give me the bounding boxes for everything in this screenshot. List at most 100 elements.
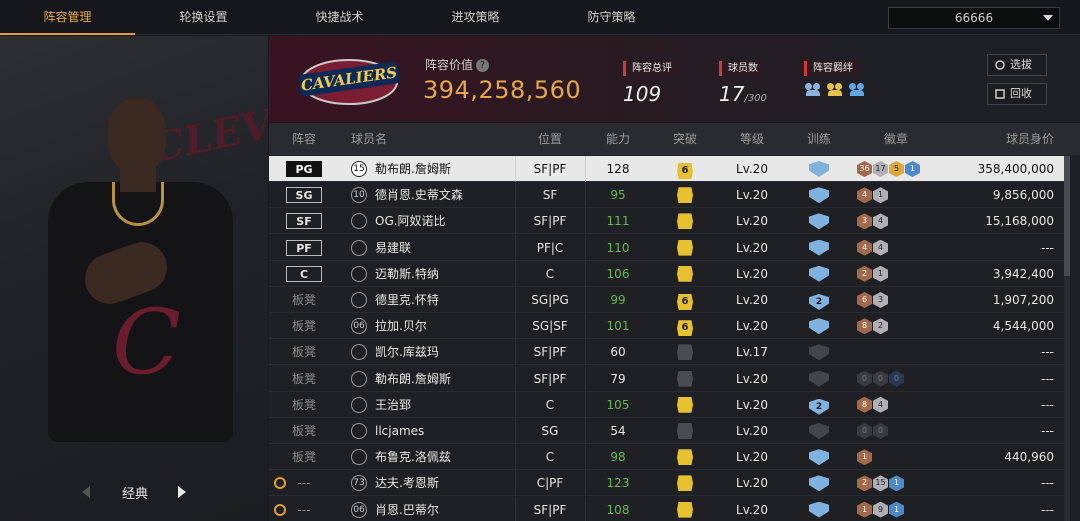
table-row[interactable]: 板凳 王治郅 C 105 Lv.20 2 8 4 ---	[269, 391, 1064, 418]
training-icon[interactable]	[809, 318, 829, 335]
training-icon[interactable]	[809, 501, 829, 518]
badge-list[interactable]: 44	[857, 239, 888, 256]
badge-list[interactable]: 00	[857, 423, 888, 439]
tab-lineup-management[interactable]: 阵容管理	[0, 0, 135, 35]
tab-rotation-settings[interactable]: 轮换设置	[136, 0, 271, 35]
col-value[interactable]: 球员身价	[939, 123, 1064, 155]
tab-defense-strategy[interactable]: 防守策略	[544, 0, 679, 35]
table-row[interactable]: 板凳 勒布朗.詹姆斯 SF|PF 79 Lv.20 0 0 0 ---	[269, 365, 1064, 392]
player-name[interactable]: 德肖恩.史蒂文森	[375, 182, 463, 208]
bond-icon[interactable]	[848, 82, 866, 98]
slot-label[interactable]: 板凳	[269, 444, 339, 470]
breakthrough-icon[interactable]	[677, 449, 693, 466]
breakthrough-icon[interactable]	[677, 344, 693, 361]
badge-list[interactable]: 1	[857, 449, 872, 466]
breakthrough-icon[interactable]	[677, 396, 693, 413]
slot-label[interactable]: 板凳	[269, 313, 339, 339]
player-name[interactable]: 凯尔.库兹玛	[375, 339, 439, 365]
col-training[interactable]: 训练	[785, 123, 853, 155]
slot-label[interactable]: 板凳	[269, 366, 339, 392]
table-row[interactable]: 板凳 布鲁克.洛佩兹 C 98 Lv.20 1 440,960	[269, 444, 1064, 471]
training-icon[interactable]	[809, 449, 829, 466]
player-name[interactable]: 勒布朗.詹姆斯	[375, 156, 451, 182]
breakthrough-icon[interactable]	[677, 239, 693, 256]
training-icon[interactable]: 2	[809, 398, 829, 415]
training-icon[interactable]: 2	[809, 294, 829, 310]
slot-badge[interactable]: PF	[286, 239, 322, 256]
table-row[interactable]: PG 15 勒布朗.詹姆斯 SF|PF 128 6 Lv.20 36 17 5 1 358,400,0…	[269, 156, 1064, 182]
bond-icon[interactable]	[826, 82, 844, 98]
badge-list[interactable]: 2 15 1	[857, 475, 904, 492]
col-badges[interactable]: 徽章	[853, 123, 939, 155]
player-name[interactable]: 德里克.怀特	[375, 287, 439, 313]
table-scrollbar[interactable]	[1064, 156, 1070, 521]
breakthrough-icon[interactable]	[677, 501, 693, 518]
player-name[interactable]: 迈勒斯.特纳	[375, 261, 439, 287]
slot-badge[interactable]: SF	[286, 213, 322, 230]
breakthrough-icon[interactable]	[677, 475, 693, 492]
tab-quick-tactics[interactable]: 快捷战术	[272, 0, 407, 35]
breakthrough-icon[interactable]	[677, 265, 693, 282]
select-button[interactable]: 选拔	[987, 54, 1047, 76]
training-icon[interactable]	[809, 344, 829, 361]
scrollbar-thumb[interactable]	[1064, 156, 1070, 276]
col-name[interactable]: 球员名	[339, 123, 439, 155]
next-style-arrow-icon[interactable]	[178, 486, 186, 498]
badge-list[interactable]: 84	[857, 396, 888, 413]
slot-badge[interactable]: PG	[286, 161, 322, 177]
slot-label[interactable]: ---	[269, 497, 339, 521]
badge-list[interactable]: 36 17 5 1	[857, 161, 920, 177]
table-row[interactable]: PF 易建联 PF|C 110 Lv.20 4 4 ---	[269, 234, 1064, 261]
training-icon[interactable]	[809, 161, 829, 177]
slot-label[interactable]: 板凳	[269, 418, 339, 444]
table-row[interactable]: --- 06 肖恩.巴蒂尔 SF|PF 108 Lv.20 1 9 1 ---	[269, 496, 1064, 521]
slot-badge[interactable]: C	[286, 265, 322, 282]
badge-list[interactable]: 191	[857, 501, 904, 518]
col-level[interactable]: 等级	[719, 123, 785, 155]
training-icon[interactable]	[809, 370, 829, 387]
training-icon[interactable]	[809, 239, 829, 256]
training-icon[interactable]	[809, 187, 829, 204]
tab-offense-strategy[interactable]: 进攻策略	[408, 0, 543, 35]
player-name[interactable]: 易建联	[375, 235, 411, 261]
training-icon[interactable]	[809, 213, 829, 230]
table-row[interactable]: 板凳 德里克.怀特 SG|PG 99 6 Lv.20 2 6 3 1,907,200	[269, 287, 1064, 313]
player-name[interactable]: llcjames	[375, 418, 424, 444]
table-row[interactable]: SF OG.阿奴诺比 SF|PF 111 Lv.20 3 4 15,168,000	[269, 208, 1064, 235]
slot-label[interactable]: 板凳	[269, 392, 339, 418]
training-icon[interactable]	[809, 265, 829, 282]
table-row[interactable]: --- 73 达夫.考恩斯 C|PF 123 Lv.20 2 15 1 ---	[269, 470, 1064, 497]
badge-list[interactable]: 63	[857, 292, 888, 308]
col-slot[interactable]: 阵容	[269, 123, 339, 155]
player-name[interactable]: OG.阿奴诺比	[375, 208, 446, 234]
player-name[interactable]: 肖恩.巴蒂尔	[375, 497, 439, 521]
breakthrough-icon[interactable]: 6	[677, 294, 693, 310]
lineup-selector[interactable]: 66666	[888, 7, 1060, 29]
breakthrough-icon[interactable]	[677, 187, 693, 204]
prev-style-arrow-icon[interactable]	[82, 486, 90, 498]
training-icon[interactable]	[809, 423, 829, 439]
player-name[interactable]: 布鲁克.洛佩兹	[375, 444, 451, 470]
col-ability[interactable]: 能力	[585, 123, 651, 155]
recycle-button[interactable]: 回收	[987, 83, 1047, 105]
breakthrough-icon[interactable]	[677, 370, 693, 387]
bond-icon[interactable]	[804, 82, 822, 98]
training-icon[interactable]	[809, 475, 829, 492]
breakthrough-icon[interactable]: 6	[677, 163, 693, 179]
slot-label[interactable]: ---	[269, 470, 339, 496]
slot-label[interactable]: 板凳	[269, 339, 339, 365]
player-name[interactable]: 达夫.考恩斯	[375, 470, 439, 496]
col-position[interactable]: 位置	[515, 123, 585, 155]
help-icon[interactable]: ?	[476, 59, 490, 72]
player-name[interactable]: 王治郅	[375, 392, 411, 418]
breakthrough-icon[interactable]	[677, 213, 693, 230]
table-row[interactable]: 板凳 06 拉加.贝尔 SG|SF 101 6 Lv.20 8 2 4,544,000	[269, 313, 1064, 340]
breakthrough-icon[interactable]: 6	[677, 320, 693, 337]
badge-list[interactable]: 21	[857, 265, 888, 282]
slot-badge[interactable]: SG	[286, 187, 322, 204]
badge-list[interactable]: 34	[857, 213, 888, 230]
badge-list[interactable]: 41	[857, 187, 888, 204]
table-row[interactable]: SG 10 德肖恩.史蒂文森 SF 95 Lv.20 4 1 9,856,000	[269, 182, 1064, 209]
breakthrough-icon[interactable]	[677, 423, 693, 439]
table-row[interactable]: C 迈勒斯.特纳 C 106 Lv.20 2 1 3,942,400	[269, 260, 1064, 287]
